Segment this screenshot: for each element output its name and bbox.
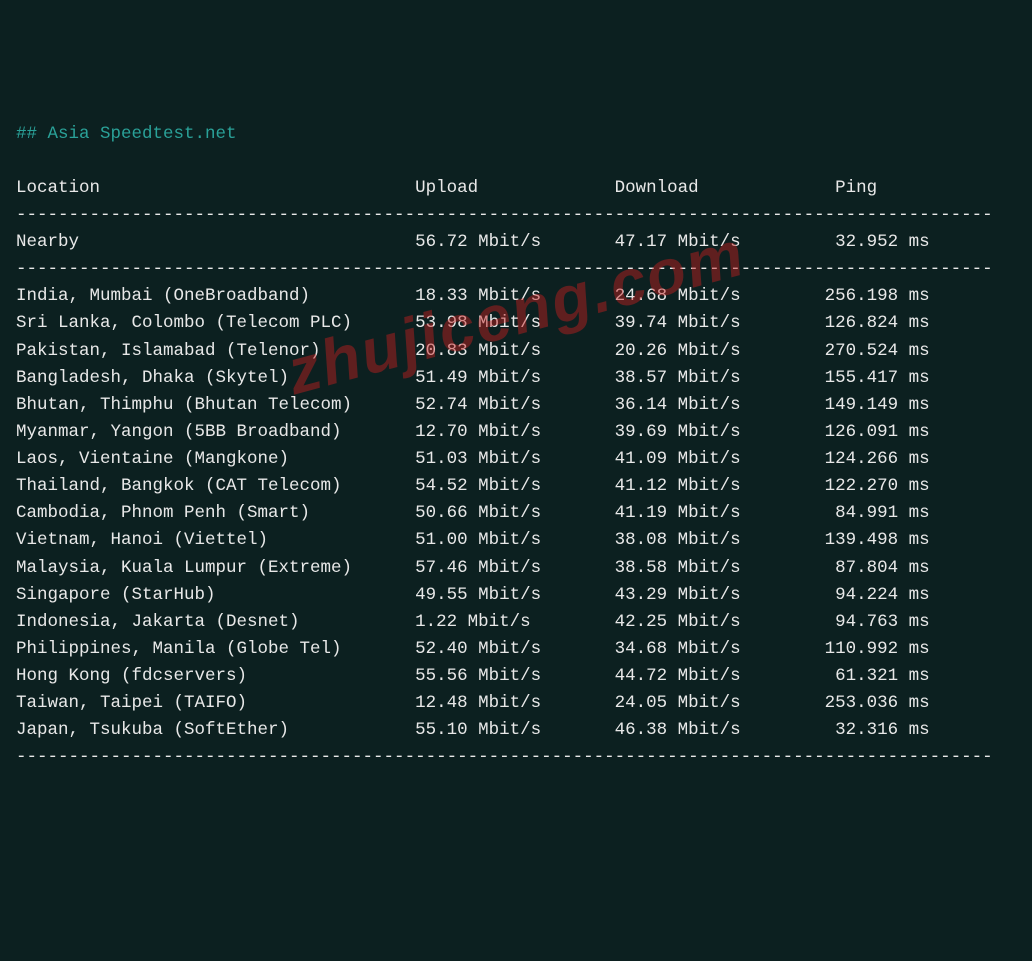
speedtest-output: Location Upload Download Ping ----------… <box>16 175 1016 772</box>
section-title: ## Asia Speedtest.net <box>16 124 237 144</box>
